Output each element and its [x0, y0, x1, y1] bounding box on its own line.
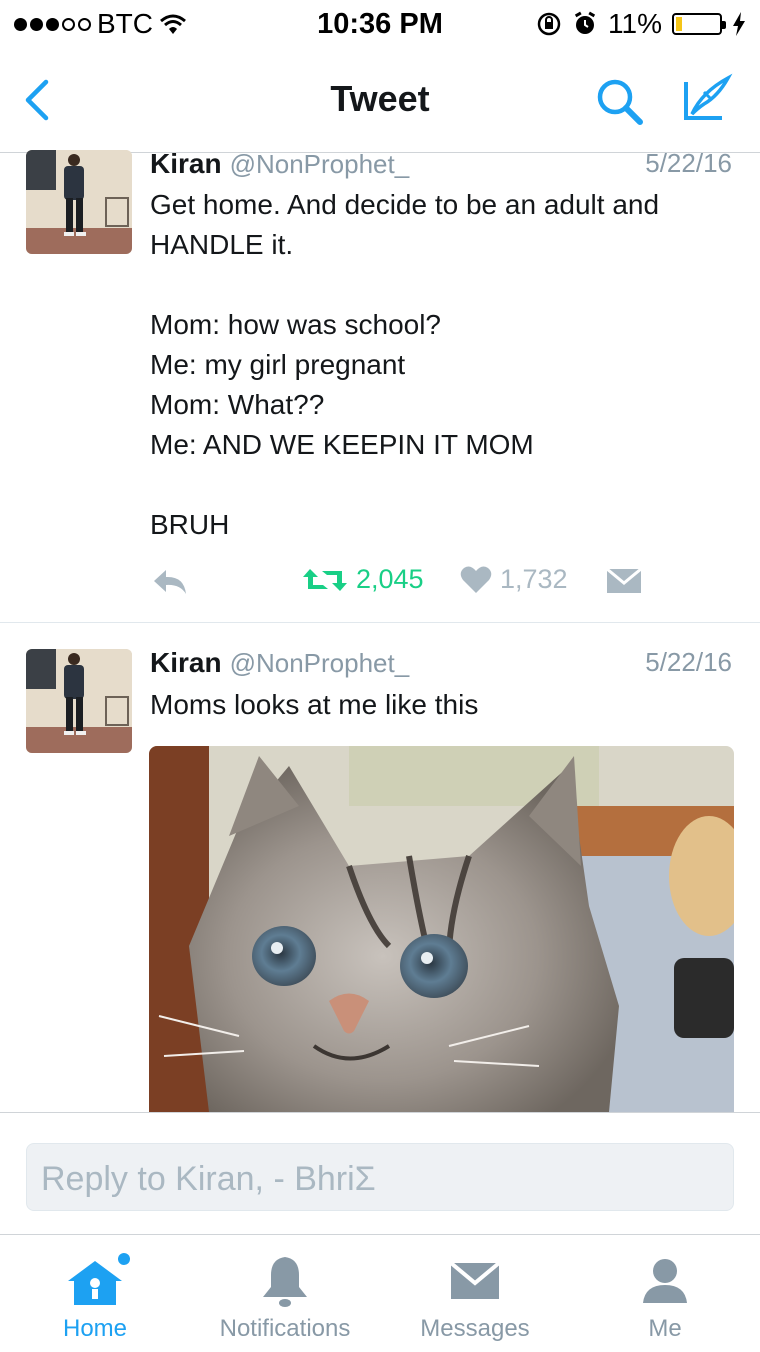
tab-label: Messages [420, 1315, 530, 1342]
home-icon [68, 1253, 130, 1305]
alarm-icon [574, 11, 596, 34]
author-handle[interactable]: @NonProphet_ [230, 648, 410, 678]
like-button[interactable]: 1,732 [460, 564, 568, 595]
tab-messages[interactable]: Messages [380, 1235, 570, 1352]
status-bar: BTC 10:36 PM 11% [0, 0, 760, 50]
author-handle[interactable]: @NonProphet_ [230, 149, 410, 179]
compose-tweet-button[interactable] [680, 72, 734, 131]
envelope-icon [606, 567, 642, 593]
author-name[interactable]: Kiran [150, 148, 222, 179]
tab-bar: Home Notifications Messages Me [0, 1234, 760, 1352]
navigation-bar: Tweet [0, 50, 760, 153]
battery-percent: 11% [608, 8, 662, 39]
tweet-text: Get home. And decide to be an adult and … [150, 189, 660, 540]
retweet-icon [303, 568, 347, 591]
reply-input[interactable]: Reply to Kiran, - BhriΣ [26, 1143, 734, 1211]
search-icon [597, 79, 643, 125]
author-name[interactable]: Kiran [150, 647, 222, 678]
tweet-actions: 2,045 1,732 [150, 562, 710, 602]
tab-label: Home [62, 1315, 128, 1342]
tab-notifications[interactable]: Notifications [190, 1235, 380, 1352]
envelope-icon [449, 1261, 501, 1299]
avatar[interactable] [26, 150, 132, 254]
tab-label: Me [648, 1315, 682, 1342]
tab-label: Notifications [219, 1315, 351, 1342]
tab-home[interactable]: Home [0, 1235, 190, 1352]
reply-button[interactable] [150, 566, 190, 603]
tweet[interactable]: Kiran @NonProphet_ 5/22/16 Get home. And … [0, 148, 760, 622]
retweet-count: 2,045 [356, 564, 424, 594]
status-right: 11% [536, 8, 746, 40]
heart-icon [460, 566, 492, 593]
compose-icon [684, 73, 733, 120]
rotation-lock-icon [537, 12, 561, 36]
tweet-media-image[interactable] [149, 746, 734, 1112]
person-icon [643, 1259, 687, 1303]
tweet-text: Moms looks at me like this [150, 689, 479, 720]
like-count: 1,732 [500, 564, 568, 594]
tweet-date: 5/22/16 [645, 148, 732, 178]
page-title: Tweet [330, 78, 430, 119]
avatar[interactable] [26, 649, 132, 753]
tweet-header: Kiran @NonProphet_ 5/22/16 [150, 148, 732, 180]
retweet-button[interactable]: 2,045 [302, 564, 424, 595]
charging-icon [733, 12, 745, 36]
tweet-header: Kiran @NonProphet_ 5/22/16 [150, 647, 732, 679]
reply-bar: Reply to Kiran, - BhriΣ [0, 1112, 760, 1235]
reply-icon [154, 570, 186, 594]
bell-icon [263, 1257, 307, 1307]
direct-message-button[interactable] [606, 567, 642, 599]
battery-icon [672, 13, 726, 35]
tweet-date: 5/22/16 [645, 647, 732, 677]
tab-me[interactable]: Me [570, 1235, 760, 1352]
search-button[interactable] [594, 76, 646, 133]
